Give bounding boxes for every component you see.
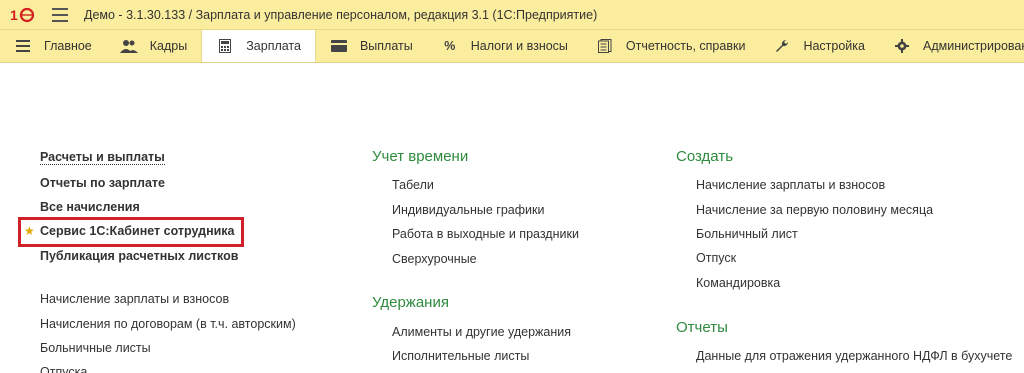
nav-item-payslips-publication[interactable]: Публикация расчетных листков: [40, 249, 238, 263]
create-business-trip[interactable]: Командировка: [696, 276, 780, 290]
calculator-icon: [216, 38, 234, 54]
section-settings[interactable]: Настройка: [759, 30, 879, 62]
nav-item-vacations[interactable]: Отпуска: [40, 365, 87, 373]
nav-item-sick-leaves[interactable]: Больничные листы: [40, 341, 151, 355]
sections-panel: Главное Кадры Зарплата Выплаты % Налоги …: [0, 30, 1024, 63]
create-first-half-accrual[interactable]: Начисление за первую половину месяца: [696, 203, 933, 217]
create-vacation[interactable]: Отпуск: [696, 251, 736, 265]
section-label: Главное: [44, 39, 92, 53]
section-label: Администрирование: [922, 39, 1024, 53]
group-title-deductions: Удержания: [372, 294, 449, 311]
1c-logo: 1: [10, 6, 40, 24]
highlight-frame: [18, 217, 244, 247]
nav-item-alimony[interactable]: Алименты и другие удержания: [392, 325, 571, 339]
group-title-reports: Отчеты: [676, 319, 728, 336]
people-icon: [119, 38, 138, 54]
nav-item-calculations[interactable]: Расчеты и выплаты: [40, 150, 165, 165]
section-label: Выплаты: [359, 39, 413, 53]
section-administration[interactable]: Администрирование: [879, 30, 1024, 62]
favorite-star-icon[interactable]: ★: [24, 224, 35, 238]
create-payroll[interactable]: Начисление зарплаты и взносов: [696, 178, 885, 192]
section-label: Кадры: [149, 39, 188, 53]
section-label: Зарплата: [246, 39, 301, 53]
create-sick-leave[interactable]: Больничный лист: [696, 227, 798, 241]
menu-lines-icon: [14, 38, 32, 54]
section-payments[interactable]: Выплаты: [316, 30, 427, 62]
nav-item-writs-of-execution[interactable]: Исполнительные листы: [392, 349, 529, 363]
nav-item-all-accruals[interactable]: Все начисления: [40, 200, 140, 214]
section-salary[interactable]: Зарплата: [201, 30, 316, 62]
reports-icon: [596, 38, 614, 54]
section-content: Расчеты и выплаты Отчеты по зарплате Все…: [0, 64, 1024, 373]
title-bar: 1 Демо - 3.1.30.133 / Зарплата и управле…: [0, 0, 1024, 30]
main-menu-icon[interactable]: [52, 7, 68, 22]
group-title-create: Создать: [676, 148, 734, 165]
wallet-icon: [330, 38, 348, 54]
percent-icon: %: [444, 39, 456, 53]
section-hr[interactable]: Кадры: [106, 30, 201, 62]
nav-item-salary-reports[interactable]: Отчеты по зарплате: [40, 176, 165, 190]
section-taxes[interactable]: % Налоги и взносы: [427, 30, 582, 62]
nav-item-individual-schedules[interactable]: Индивидуальные графики: [392, 203, 544, 217]
nav-item-weekend-work[interactable]: Работа в выходные и праздники: [392, 227, 579, 241]
group-title-time-tracking: Учет времени: [372, 148, 469, 165]
section-label: Налоги и взносы: [470, 39, 568, 53]
report-ndfl-accounting[interactable]: Данные для отражения удержанного НДФЛ в …: [696, 349, 1012, 363]
section-label: Отчетность, справки: [625, 39, 746, 53]
section-main[interactable]: Главное: [0, 30, 106, 62]
gear-icon: [893, 38, 911, 54]
nav-item-payroll[interactable]: Начисление зарплаты и взносов: [40, 292, 229, 306]
nav-item-contract-accruals[interactable]: Начисления по договорам (в т.ч. авторски…: [40, 317, 296, 331]
svg-text:1: 1: [10, 7, 18, 23]
nav-item-timesheets[interactable]: Табели: [392, 178, 434, 192]
window-title: Демо - 3.1.30.133 / Зарплата и управлени…: [84, 7, 598, 22]
section-reports[interactable]: Отчетность, справки: [582, 30, 760, 62]
wrench-icon: [773, 38, 791, 54]
section-label: Настройка: [803, 39, 865, 53]
nav-item-overtime[interactable]: Сверхурочные: [392, 252, 477, 266]
